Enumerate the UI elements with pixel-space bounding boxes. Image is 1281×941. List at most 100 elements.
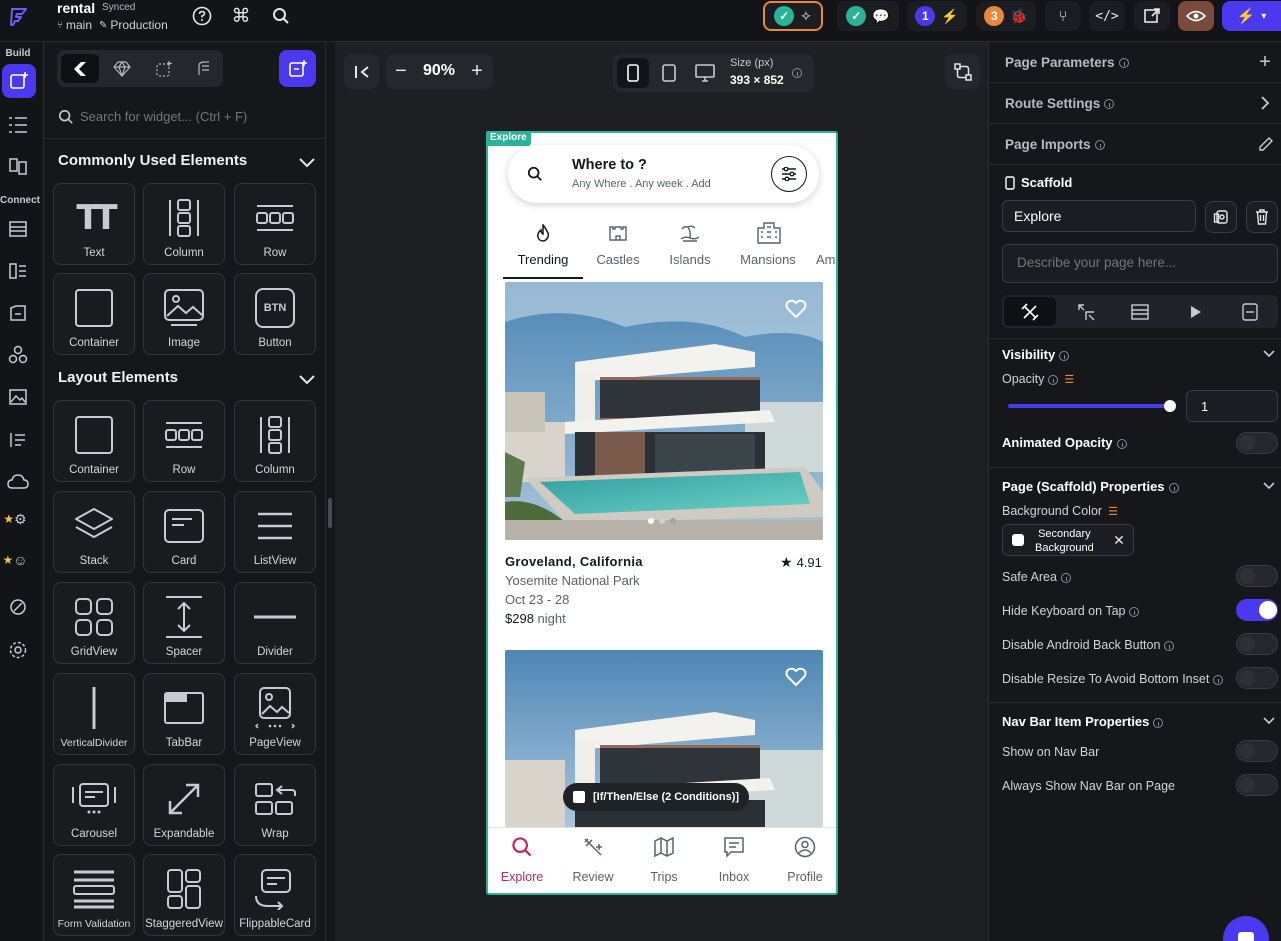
warnings-button[interactable]: 3 🐞 (976, 1, 1036, 31)
widget-tile-container[interactable]: Container (53, 273, 135, 355)
favorite-heart-icon[interactable] (784, 298, 808, 320)
edit-icon[interactable] (1257, 135, 1275, 153)
widget-tile-gridview[interactable]: GridView (53, 582, 135, 664)
play-tab-icon[interactable] (1170, 297, 1222, 326)
widget-tile-staggeredview[interactable]: StaggeredView (143, 854, 225, 936)
cloud-functions-icon[interactable] (5, 469, 31, 495)
widget-tile-verticaldivider[interactable]: VerticalDivider (53, 673, 135, 755)
app-state-icon[interactable] (5, 258, 31, 284)
variable-icon[interactable]: ☰ (1108, 506, 1118, 518)
widget-tile-card[interactable]: Card (143, 491, 225, 573)
chat-support-button[interactable] (1223, 916, 1269, 941)
image-pagination-dots[interactable] (648, 518, 676, 524)
always-show-nav-toggle[interactable] (1236, 774, 1278, 796)
add-widget-button[interactable] (279, 50, 316, 87)
page-imports-row[interactable]: Page Imports (989, 124, 1281, 165)
canvas-settings-button[interactable] (945, 54, 980, 89)
drag-handle[interactable] (328, 498, 332, 528)
project-name[interactable]: rental (57, 0, 95, 16)
widget-tile-column[interactable]: Column (234, 400, 316, 482)
nav-item-profile[interactable]: Profile (775, 836, 835, 884)
widget-tile-expandable[interactable]: Expandable (143, 764, 225, 846)
zoom-in-button[interactable]: + (466, 58, 488, 85)
widget-tile-column[interactable]: Column (143, 183, 225, 265)
background-color-picker[interactable]: Secondary Background ✕ (1002, 524, 1134, 556)
filter-button[interactable] (771, 156, 807, 192)
disable-resize-toggle[interactable] (1236, 667, 1278, 689)
comments-button[interactable]: ✓ 💬 (837, 1, 899, 31)
widget-tile-stack[interactable]: Stack (53, 491, 135, 573)
templates-tab[interactable] (187, 54, 221, 83)
branching-button[interactable]: ⑂ (1045, 1, 1081, 31)
widget-tile-divider[interactable]: Divider (234, 582, 316, 664)
backend-query-tab-icon[interactable] (1114, 297, 1166, 326)
category-tab-castles[interactable]: Castles (588, 217, 648, 279)
search-bar[interactable]: Where to ? Any Where . Any week . Add (508, 145, 819, 203)
widget-tile-image[interactable]: Image (143, 273, 225, 355)
tablet-device-icon[interactable] (653, 58, 685, 88)
zoom-out-button[interactable]: − (390, 58, 412, 85)
collab-status-button[interactable]: ✓ ✧ (763, 1, 823, 31)
ai-agents-icon[interactable]: ★ ⚙ (0, 504, 30, 534)
preview-button[interactable] (1178, 1, 1214, 31)
opacity-value-input[interactable] (1186, 390, 1278, 422)
category-tab-trending[interactable]: Trending (503, 217, 583, 279)
page-name-input[interactable] (1002, 200, 1196, 232)
widget-tile-flippablecard[interactable]: FlippableCard (234, 854, 316, 936)
branch-selector[interactable]: ⑂ main ✎ Production (57, 18, 168, 32)
settings-icon[interactable] (5, 637, 31, 663)
hide-keyboard-toggle[interactable] (1236, 599, 1278, 621)
nav-item-trips[interactable]: Trips (634, 836, 694, 884)
command-icon[interactable]: ⌘ (230, 5, 252, 27)
widget-tree-icon[interactable] (5, 112, 31, 138)
clear-color-icon[interactable]: ✕ (1111, 532, 1127, 548)
category-tab-islands[interactable]: Islands (660, 217, 720, 279)
properties-tab-icon[interactable] (1004, 297, 1056, 326)
code-view-button[interactable]: </> (1089, 1, 1125, 31)
nav-item-inbox[interactable]: Inbox (704, 836, 764, 884)
desktop-device-icon[interactable] (689, 58, 721, 88)
run-button[interactable]: ⚡ ▾ (1222, 1, 1281, 31)
size-value[interactable]: 393 × 852 (730, 73, 784, 87)
api-calls-icon[interactable] (5, 300, 31, 326)
custom-code-icon[interactable] (5, 427, 31, 453)
chevron-down-icon[interactable] (296, 369, 318, 391)
widget-tile-text[interactable]: TT Text (53, 183, 135, 265)
issues-button[interactable]: 1 ⚡ (907, 1, 967, 31)
animated-opacity-toggle[interactable] (1236, 432, 1278, 454)
flutterflow-logo-icon[interactable] (6, 4, 32, 30)
delete-page-button[interactable] (1246, 201, 1278, 233)
category-tab-mansions[interactable]: Mansions (732, 217, 804, 279)
scaffold-properties-title[interactable]: Page (Scaffold) Properties (1002, 479, 1179, 494)
storyboard-icon[interactable] (5, 153, 31, 179)
add-icon[interactable]: + (1255, 51, 1275, 73)
page-description-input[interactable] (1002, 244, 1278, 283)
widget-tile-spacer[interactable]: Spacer (143, 582, 225, 664)
page-parameters-row[interactable]: Page Parameters + (989, 42, 1281, 83)
flutter-widgets-tab[interactable] (61, 54, 99, 83)
components-icon[interactable] (5, 342, 31, 368)
common-elements-title[interactable]: Commonly Used Elements (58, 152, 247, 169)
category-label-overflow[interactable]: Am (816, 252, 836, 267)
chevron-down-icon[interactable] (1261, 347, 1277, 361)
open-external-button[interactable] (1134, 1, 1170, 31)
theme-widgets-tab[interactable] (103, 54, 141, 83)
integrations-icon[interactable] (5, 594, 31, 620)
database-icon[interactable] (5, 216, 31, 242)
chevron-down-icon[interactable] (1261, 714, 1277, 728)
help-icon[interactable] (191, 5, 213, 27)
variable-icon[interactable]: ☰ (1064, 374, 1074, 386)
widget-tile-listview[interactable]: ListView (234, 491, 316, 573)
widget-search-input[interactable] (80, 102, 320, 130)
widget-tile-row[interactable]: Row (234, 183, 316, 265)
actions-tab-icon[interactable] (1060, 297, 1112, 326)
chevron-down-icon[interactable] (296, 152, 318, 174)
widget-tile-container[interactable]: Container (53, 400, 135, 482)
bot-icon[interactable]: ★ ☺ (0, 545, 30, 575)
navbar-properties-title[interactable]: Nav Bar Item Properties (1002, 714, 1164, 729)
phone-device-icon[interactable] (617, 58, 649, 88)
components-tab[interactable] (145, 54, 183, 83)
widget-tile-form-validation[interactable]: Form Validation (53, 854, 135, 936)
opacity-slider-track[interactable] (1008, 404, 1171, 408)
show-nav-toggle[interactable] (1236, 740, 1278, 762)
